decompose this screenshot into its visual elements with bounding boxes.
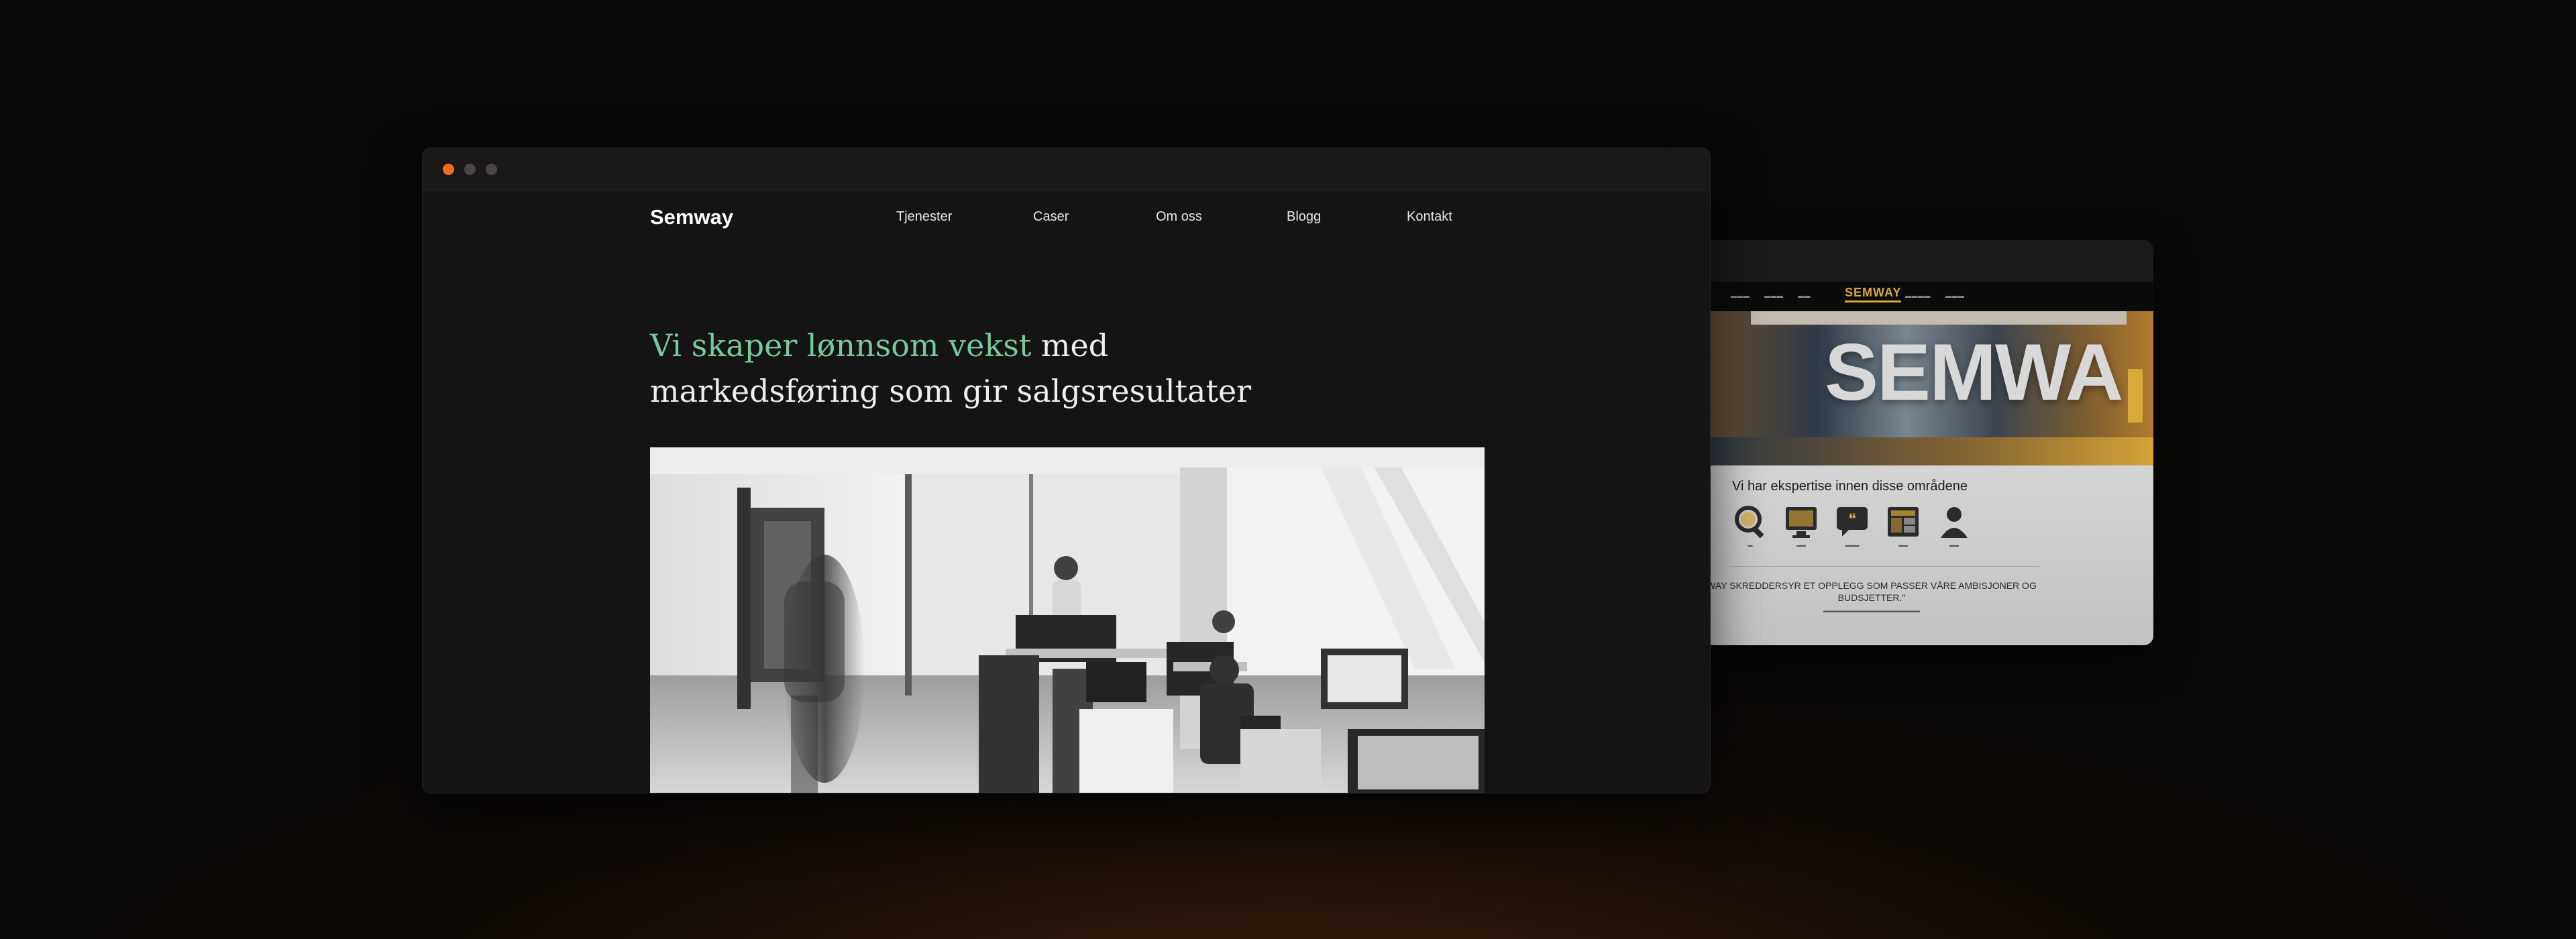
headline-accent: Vi skaper lønnsom vekst <box>650 327 1032 364</box>
headline-rest: med <box>1031 327 1109 364</box>
hero-bottom-band <box>1704 437 2153 465</box>
nav-link-tjenester[interactable]: Tjenester <box>896 209 952 225</box>
nav-link-kontakt[interactable]: Kontakt <box>1407 209 1452 225</box>
headline-line2: markedsføring som gir salgsresultater <box>650 373 1252 409</box>
office-photo-illustration <box>650 447 1485 793</box>
magnifier-icon <box>1733 504 1767 539</box>
old-site-divider <box>1731 566 2039 567</box>
maximize-window-button[interactable] <box>486 164 497 175</box>
office-photo <box>650 447 1485 793</box>
old-nav-item: ▬▬▬ <box>1764 292 1784 299</box>
monitor-icon <box>1784 504 1818 539</box>
svg-text:❝: ❝ <box>1848 511 1856 528</box>
old-site-logo: SEMWAY <box>1845 286 1902 302</box>
old-service-item: ❝ ▬▬▬ <box>1833 504 1872 548</box>
old-service-item: ▬▬ <box>1935 504 1974 548</box>
old-nav-item: ▬▬▬▬ <box>1905 292 1931 299</box>
nav-link-om-oss[interactable]: Om oss <box>1156 209 1202 225</box>
browser-window: Semway Tjenester Caser Om oss Blogg Kont… <box>422 148 1711 793</box>
close-window-button[interactable] <box>443 164 454 175</box>
person-icon <box>1937 504 1971 539</box>
old-site-testimonial: WAY SKREDDERSYR ET OPPLEGG SOM PASSER VÅ… <box>1707 580 2037 603</box>
old-nav-item: ▬▬▬ <box>1945 292 1965 299</box>
old-site-testimonial-author: ▬▬▬▬▬▬▬▬▬▬▬▬▬▬▬▬▬▬ <box>1823 608 1920 614</box>
old-site-titlebar <box>1704 240 2153 282</box>
layout-icon <box>1886 504 1920 539</box>
speech-bubble-icon: ❝ <box>1835 504 1869 539</box>
nav-link-blogg[interactable]: Blogg <box>1287 209 1321 225</box>
old-service-item: ▬▬ <box>1884 504 1923 548</box>
old-site-side-tab <box>2128 369 2143 423</box>
old-site-icon-row: ▬ ▬▬ ❝ ▬▬▬ ▬▬ ▬▬ <box>1731 504 1974 548</box>
old-site-expertise-section: Vi har ekspertise innen disse områdene ▬… <box>1704 465 2153 645</box>
old-service-item: ▬▬ <box>1782 504 1821 548</box>
old-site-nav: ▬▬▬ ▬▬▬ ▬▬ SEMWAY ▬▬▬▬ ▬▬▬ <box>1704 282 2153 311</box>
window-titlebar <box>423 148 1710 190</box>
old-site-heading: Vi har ekspertise innen disse områdene <box>1732 479 1968 494</box>
nav-link-caser[interactable]: Caser <box>1033 209 1069 225</box>
minimize-window-button[interactable] <box>464 164 476 175</box>
old-nav-item: ▬▬▬ <box>1731 292 1750 299</box>
site-logo[interactable]: Semway <box>650 205 733 229</box>
hero-sign-text: SEMWA <box>1825 327 2123 417</box>
old-site-hero-image: SEMWA <box>1704 311 2153 465</box>
site-nav: Semway Tjenester Caser Om oss Blogg Kont… <box>423 190 1710 244</box>
old-site-window: ▬▬▬ ▬▬▬ ▬▬ SEMWAY ▬▬▬▬ ▬▬▬ SEMWA Vi har … <box>1704 240 2153 645</box>
old-nav-item: ▬▬ <box>1798 292 1811 299</box>
hero-headline: Vi skaper lønnsom vekst med markedsførin… <box>650 323 1388 414</box>
hero-beam <box>1751 311 2127 325</box>
old-service-item: ▬ <box>1731 504 1770 548</box>
